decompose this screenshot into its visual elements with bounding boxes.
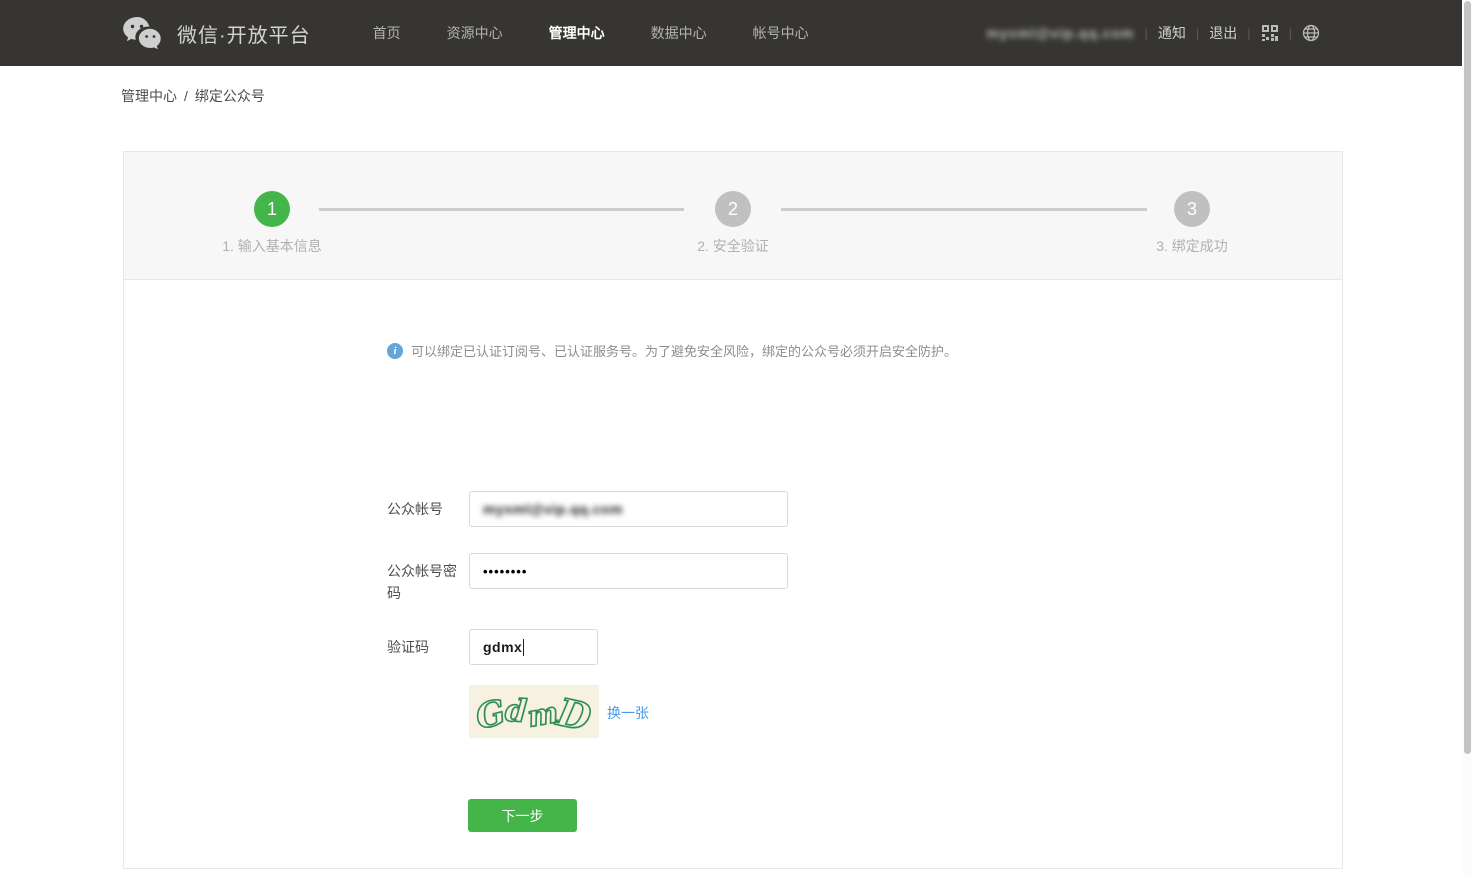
captcha-text: GdmD	[474, 685, 593, 738]
qr-code-icon[interactable]	[1261, 24, 1279, 42]
stepper: 1 2 3 1. 输入基本信息 2. 安全验证 3. 绑定成功	[124, 152, 1342, 280]
step-3-circle: 3	[1174, 191, 1210, 227]
password-input[interactable]: ••••••••	[469, 553, 788, 589]
text-cursor	[523, 639, 524, 656]
password-label: 公众帐号密码	[387, 560, 463, 604]
captcha-refresh-link[interactable]: 换一张	[607, 703, 649, 723]
logout-link[interactable]: 退出	[1209, 23, 1237, 43]
captcha-input[interactable]: gdmx	[469, 629, 598, 665]
brand[interactable]: 微信·开放平台	[121, 16, 311, 50]
brand-title: 微信·开放平台	[177, 19, 311, 48]
scrollbar-thumb[interactable]	[1464, 1, 1471, 754]
captcha-image[interactable]: GdmD	[469, 685, 599, 738]
step-2-label: 2. 安全验证	[623, 236, 843, 256]
breadcrumb-separator: /	[184, 88, 188, 104]
next-step-button[interactable]: 下一步	[468, 799, 577, 832]
separator: |	[1144, 26, 1147, 41]
bind-account-panel: 1 2 3 1. 输入基本信息 2. 安全验证 3. 绑定成功 i 可以绑定已认…	[123, 151, 1343, 869]
nav-item-data[interactable]: 数据中心	[651, 23, 707, 43]
breadcrumb-management-center[interactable]: 管理中心	[121, 88, 177, 104]
captcha-label: 验证码	[387, 636, 463, 658]
bind-account-form: i 可以绑定已认证订阅号、已认证服务号。为了避免安全风险，绑定的公众号必须开启安…	[124, 280, 1342, 868]
nav-item-home[interactable]: 首页	[373, 23, 401, 43]
account-label: 公众帐号	[387, 498, 463, 520]
account-value: myxml@vip.qq.com	[483, 501, 623, 517]
nav-item-resources[interactable]: 资源中心	[447, 23, 503, 43]
globe-icon[interactable]	[1302, 24, 1320, 42]
password-value: ••••••••	[483, 564, 527, 579]
captcha-value: gdmx	[483, 639, 522, 655]
separator: |	[1247, 26, 1250, 41]
breadcrumb: 管理中心 / 绑定公众号	[121, 86, 265, 106]
header-user-area: myxml@vip.qq.com | 通知 | 退出 | |	[987, 0, 1320, 66]
step-1-label: 1. 输入基本信息	[162, 236, 382, 256]
account-input[interactable]: myxml@vip.qq.com	[469, 491, 788, 527]
separator: |	[1289, 26, 1292, 41]
scrollbar-track[interactable]	[1462, 0, 1472, 875]
step-2-circle: 2	[715, 191, 751, 227]
info-icon: i	[387, 343, 403, 359]
breadcrumb-current: 绑定公众号	[195, 88, 265, 104]
notice-text: 可以绑定已认证订阅号、已认证服务号。为了避免安全风险，绑定的公众号必须开启安全防…	[411, 343, 957, 360]
wechat-logo-icon	[121, 16, 163, 50]
nav-item-management[interactable]: 管理中心	[549, 23, 605, 43]
main-nav: 首页 资源中心 管理中心 数据中心 帐号中心	[373, 23, 855, 43]
top-navbar: 微信·开放平台 首页 资源中心 管理中心 数据中心 帐号中心 myxml@vip…	[0, 0, 1462, 66]
separator: |	[1196, 26, 1199, 41]
notifications-link[interactable]: 通知	[1158, 23, 1186, 43]
nav-item-account[interactable]: 帐号中心	[753, 23, 809, 43]
step-line-1	[319, 208, 684, 211]
step-1-circle: 1	[254, 191, 290, 227]
step-3-label: 3. 绑定成功	[1082, 236, 1302, 256]
user-email: myxml@vip.qq.com	[987, 25, 1135, 41]
security-notice: i 可以绑定已认证订阅号、已认证服务号。为了避免安全风险，绑定的公众号必须开启安…	[387, 343, 957, 360]
step-line-2	[781, 208, 1147, 211]
